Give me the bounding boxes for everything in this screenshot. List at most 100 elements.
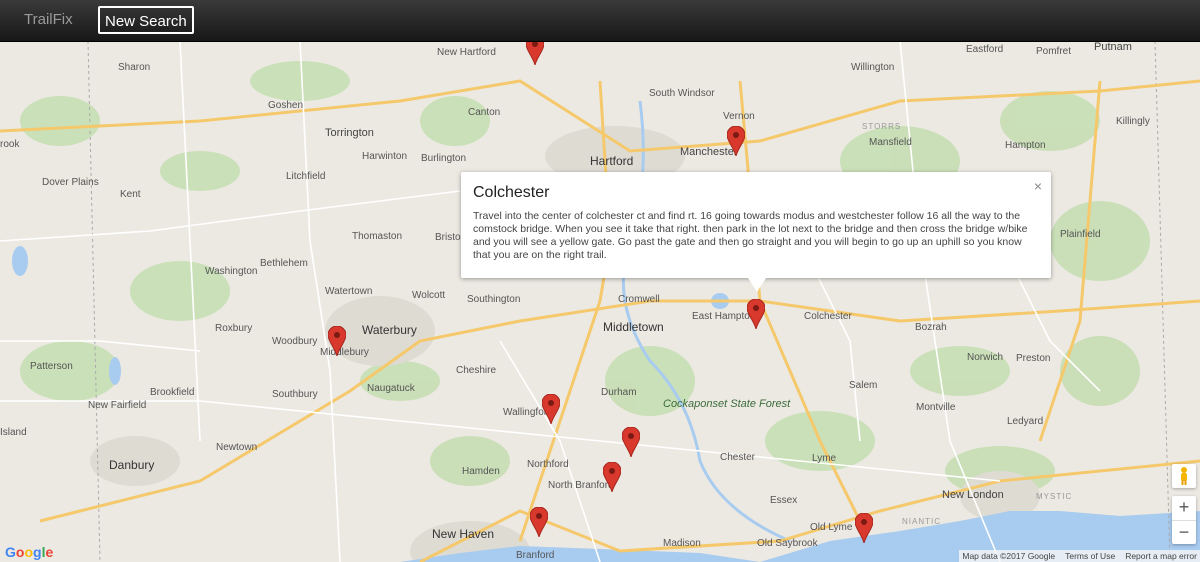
map-label: Montville (916, 402, 956, 413)
map-label: Old Lyme (810, 522, 853, 533)
top-navbar: TrailFix New Search (0, 0, 1200, 42)
info-window-title: Colchester (473, 184, 550, 201)
info-window: Colchester Travel into the center of col… (461, 172, 1051, 292)
pegman-icon (1181, 467, 1187, 485)
trail-marker[interactable] (327, 325, 347, 357)
map-label: Torrington (325, 127, 374, 139)
map-label: Durham (601, 387, 637, 398)
map-label: Bozrah (915, 322, 947, 333)
map-label: Naugatuck (367, 383, 415, 394)
map-label: Kent (120, 189, 141, 200)
close-icon[interactable]: × (1034, 178, 1042, 194)
map-pin-icon (602, 461, 622, 493)
map-label: Middletown (603, 320, 664, 334)
map-label: Cromwell (618, 294, 660, 305)
map-label: Northford (527, 459, 569, 470)
map-label: Wolcott (412, 290, 446, 301)
map-label: Bethlehem (260, 258, 308, 269)
map-label: Eastford (966, 44, 1004, 55)
map-pin-icon (541, 393, 561, 425)
trail-marker-selected[interactable] (746, 298, 766, 330)
new-search-button[interactable]: New Search (98, 6, 194, 34)
map-label: Harwinton (362, 151, 408, 162)
map-label: Essex (770, 495, 798, 506)
street-view-pegman-icon[interactable] (1172, 464, 1196, 488)
map-label: Roxbury (215, 323, 253, 334)
trail-marker[interactable] (602, 461, 622, 493)
map-label: Plainfield (1060, 229, 1101, 240)
map-label: Sharon (118, 62, 151, 73)
map-label: Thomaston (352, 231, 403, 242)
map-label: MYSTIC (1036, 492, 1073, 501)
trail-marker[interactable] (541, 393, 561, 425)
map-pin-icon (726, 125, 746, 157)
google-logo-text: Google (5, 544, 54, 560)
map-label: Litchfield (286, 171, 326, 182)
map-label: rook (0, 139, 20, 150)
map-label: Preston (1016, 353, 1051, 364)
map-label: Old Saybrook (757, 538, 818, 549)
map-label: Salem (849, 380, 878, 391)
map-pin-icon (327, 325, 347, 357)
report-map-error-link[interactable]: Report a map error (1125, 551, 1197, 561)
terms-of-use-link[interactable]: Terms of Use (1065, 551, 1115, 561)
map-label: Hampton (1005, 140, 1046, 151)
map-label: Cheshire (456, 365, 497, 376)
map-label: New London (942, 489, 1004, 501)
map-label: Bristol (435, 232, 463, 243)
map-label: NIANTIC (902, 517, 941, 526)
map-label: Mansfield (869, 137, 912, 148)
map-pin-icon (746, 298, 766, 330)
trail-marker[interactable] (529, 506, 549, 538)
map-label: Madison (663, 538, 701, 549)
map-canvas[interactable]: Sharon Goshen Torrington Harwinton Canto… (0, 41, 1200, 562)
google-logo[interactable]: Google (5, 544, 53, 560)
map-label: Southington (467, 294, 521, 305)
map-label: Vernon (723, 111, 755, 122)
map-label: New Fairfield (88, 400, 147, 411)
map-label: Canton (468, 107, 501, 118)
map-label: Washington (205, 266, 258, 277)
map-label: Ledyard (1007, 416, 1044, 427)
map-label: Woodbury (272, 336, 318, 347)
map-label: Killingly (1116, 116, 1150, 127)
map-label: East Hampton (692, 311, 756, 322)
info-window-description: Travel into the center of colchester ct … (473, 210, 1028, 261)
map-label: Colchester (804, 311, 852, 322)
map-label: Brookfield (150, 387, 195, 398)
map-data-credit: Map data ©2017 Google (962, 551, 1056, 561)
map-pin-icon (854, 512, 874, 544)
map-pin-icon (525, 41, 545, 66)
map-label: Willington (851, 62, 895, 73)
map-label: Branford (516, 550, 555, 561)
map-label: New Hartford (437, 47, 496, 58)
map-label: Goshen (268, 100, 304, 111)
zoom-control: + − (1172, 496, 1196, 544)
map-label: Hamden (462, 466, 500, 477)
zoom-in-button[interactable]: + (1172, 496, 1196, 521)
map-label: STORRS (862, 122, 902, 131)
map-label: Burlington (421, 153, 467, 164)
trail-marker[interactable] (525, 41, 545, 66)
map-pin-icon (529, 506, 549, 538)
map-label: Island (0, 427, 27, 438)
map-pin-icon (621, 426, 641, 458)
map-label: Norwich (967, 352, 1004, 363)
map-label: Chester (720, 452, 756, 463)
map-label: Newtown (216, 442, 258, 453)
map-label: Patterson (30, 361, 73, 372)
map-label: South Windsor (649, 88, 715, 99)
trail-marker[interactable] (726, 125, 746, 157)
map-attribution: Map data ©2017 Google Terms of Use Repor… (959, 550, 1200, 562)
brand-logo[interactable]: TrailFix (24, 11, 73, 28)
map-label: New Haven (432, 527, 495, 541)
map-label: Lyme (812, 453, 837, 464)
trail-marker[interactable] (621, 426, 641, 458)
trail-marker[interactable] (854, 512, 874, 544)
map-label: Pomfret (1036, 46, 1072, 57)
map-label: Hartford (590, 154, 634, 168)
zoom-out-button[interactable]: − (1172, 521, 1196, 545)
map-label: Watertown (325, 286, 373, 297)
map-label: Waterbury (362, 323, 417, 337)
map-label: Cockaponset State Forest (663, 398, 791, 410)
